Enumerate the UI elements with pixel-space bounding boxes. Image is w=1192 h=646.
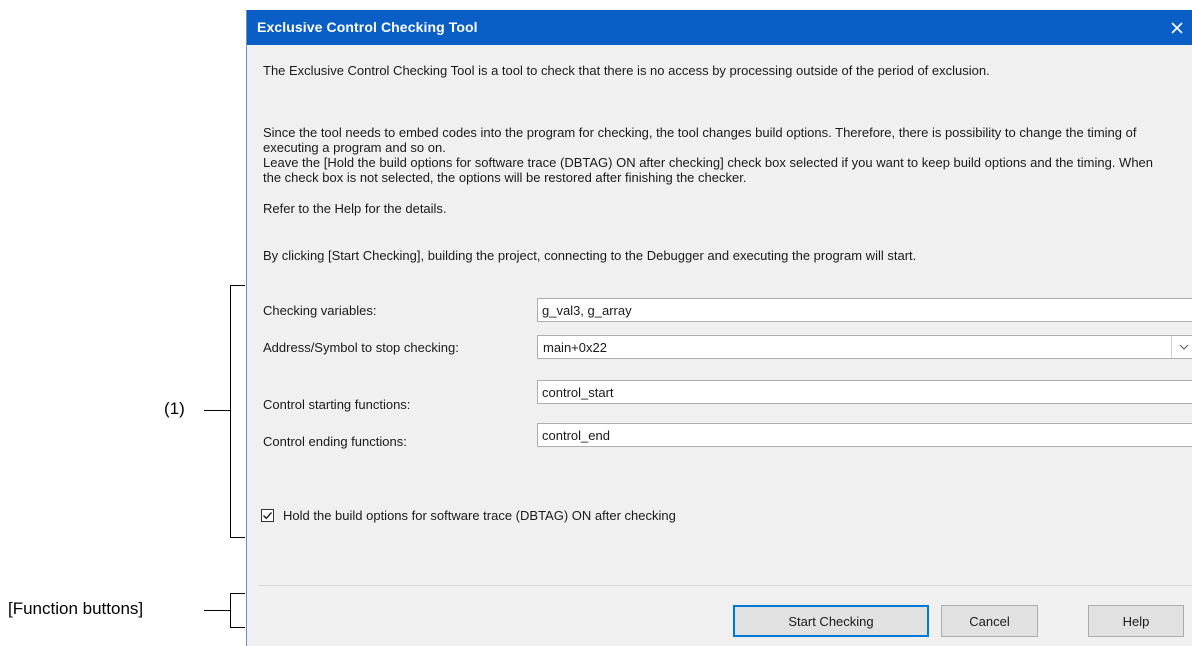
help-button[interactable]: Help	[1088, 605, 1184, 637]
description-paragraph-5: By clicking [Start Checking], building t…	[263, 248, 917, 263]
group-annotation-bracket	[230, 285, 245, 538]
button-separator	[259, 585, 1192, 586]
stop-address-value: main+0x22	[543, 340, 607, 355]
group-annotation-leader	[204, 410, 230, 411]
description-paragraph-3: Leave the [Hold the build options for so…	[263, 155, 1154, 185]
cancel-button[interactable]: Cancel	[941, 605, 1038, 637]
start-functions-label: Control starting functions:	[263, 397, 411, 412]
description-paragraph-2: Since the tool needs to embed codes into…	[263, 125, 1137, 155]
exclusive-control-dialog: Exclusive Control Checking Tool The Excl…	[246, 10, 1192, 646]
end-functions-input[interactable]	[537, 423, 1192, 447]
close-button[interactable]	[1162, 10, 1192, 45]
checkmark-icon	[263, 512, 273, 520]
stop-address-label: Address/Symbol to stop checking:	[263, 340, 459, 355]
hold-build-options-label: Hold the build options for software trac…	[283, 508, 676, 523]
hold-build-options-row[interactable]: Hold the build options for software trac…	[261, 508, 676, 523]
buttons-annotation-label: [Function buttons]	[8, 599, 144, 618]
checking-variables-input[interactable]	[537, 298, 1192, 322]
stop-address-dropdown[interactable]: main+0x22	[537, 335, 1192, 359]
buttons-annotation-leader	[204, 610, 230, 611]
buttons-annotation-bracket	[230, 593, 245, 628]
description-paragraph-1: The Exclusive Control Checking Tool is a…	[263, 63, 990, 78]
close-icon	[1171, 21, 1183, 34]
dialog-title: Exclusive Control Checking Tool	[257, 19, 478, 35]
hold-build-options-checkbox[interactable]	[261, 509, 274, 522]
title-bar: Exclusive Control Checking Tool	[247, 10, 1192, 45]
chevron-down-icon	[1171, 336, 1192, 358]
checking-variables-label: Checking variables:	[263, 303, 377, 318]
end-functions-label: Control ending functions:	[263, 434, 407, 449]
group-annotation-label: (1)	[164, 399, 185, 418]
description-paragraph-4: Refer to the Help for the details.	[263, 201, 447, 216]
start-checking-button[interactable]: Start Checking	[733, 605, 929, 637]
start-functions-input[interactable]	[537, 380, 1192, 404]
